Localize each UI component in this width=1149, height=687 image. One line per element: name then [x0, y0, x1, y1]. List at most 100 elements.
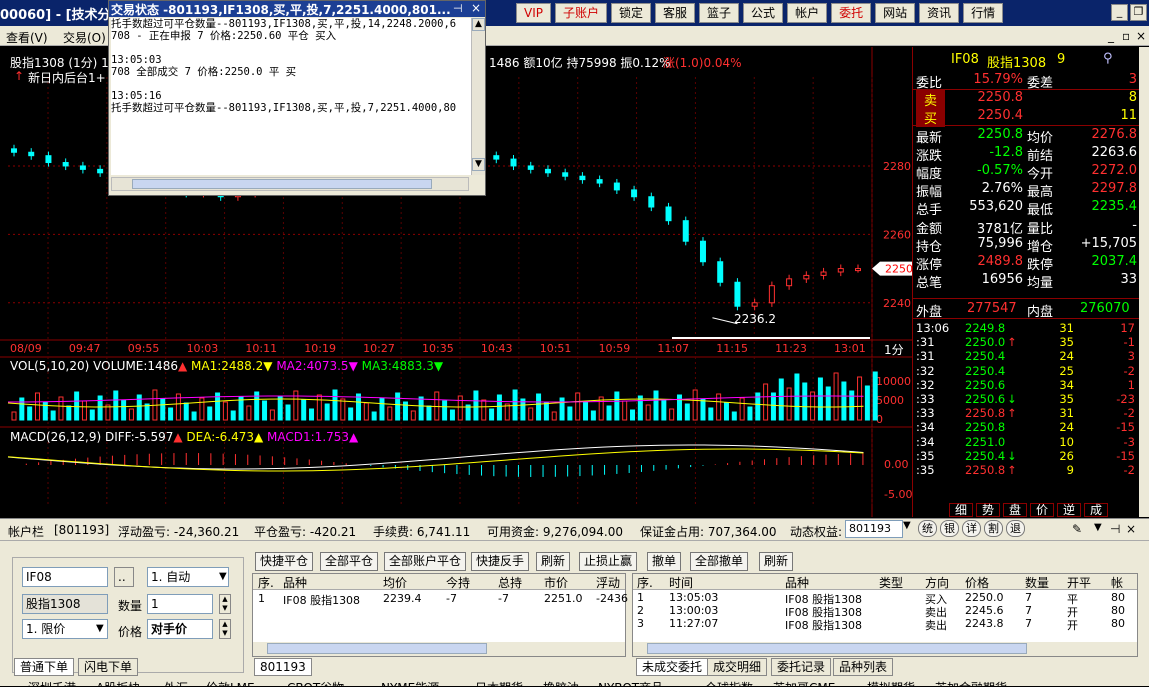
- popup-header[interactable]: 交易状态 -801193,IF1308,买,平,投,7,2251.4000,80…: [109, 1, 485, 17]
- qty-stepper[interactable]: ▲ ▼: [219, 594, 231, 614]
- orders-tab[interactable]: 品种列表: [833, 658, 894, 676]
- mode-chevron-icon[interactable]: ▼: [219, 571, 227, 582]
- table-row[interactable]: 1 13:05:03 IF08 股指1308 买入 2250.0 7 平 80: [633, 591, 1137, 606]
- code-input[interactable]: IF08: [22, 567, 108, 587]
- quote-tab[interactable]: 逆: [1057, 503, 1082, 517]
- restore-button[interactable]: ❐: [1130, 4, 1147, 21]
- qty-input[interactable]: 1: [147, 594, 213, 614]
- position-action-button[interactable]: 刷新: [536, 552, 571, 571]
- position-action-button[interactable]: 止损止赢: [579, 552, 638, 571]
- wand-icon[interactable]: ✎: [1072, 522, 1082, 536]
- orders-col-header[interactable]: 序.: [637, 574, 653, 590]
- orders-col-header[interactable]: 开平: [1067, 574, 1091, 590]
- candle-body: [596, 179, 603, 184]
- quote-tab[interactable]: 细: [949, 503, 974, 517]
- menu-restore-icon[interactable]: ▫: [1122, 29, 1130, 43]
- mode-select[interactable]: 1. 自动: [147, 567, 229, 587]
- toolbar-button-9[interactable]: 资讯: [919, 3, 960, 23]
- toolbar-button-7[interactable]: 委托: [831, 3, 872, 23]
- account-button[interactable]: 银: [940, 520, 959, 537]
- minimize-button[interactable]: _: [1111, 4, 1128, 21]
- toolbar-button-8[interactable]: 网站: [875, 3, 916, 23]
- orders-col-header[interactable]: 数量: [1025, 574, 1049, 590]
- account-button[interactable]: 详: [962, 520, 981, 537]
- scroll-down-icon[interactable]: ▼: [472, 158, 485, 171]
- toolbar-button-4[interactable]: 篮子: [699, 3, 740, 23]
- position-action-button[interactable]: 全部账户平仓: [384, 552, 467, 571]
- quote-tab[interactable]: 价: [1030, 503, 1055, 517]
- toolbar-button-6[interactable]: 帐户: [787, 3, 828, 23]
- position-action-button[interactable]: 全部平仓: [320, 552, 379, 571]
- code-picker-button[interactable]: ..: [114, 567, 134, 587]
- orders-tab[interactable]: 委托记录: [771, 658, 832, 676]
- positions-col-header[interactable]: 序.: [258, 574, 274, 590]
- position-action-button[interactable]: 刷新: [759, 552, 794, 571]
- price-input[interactable]: 对手价: [147, 619, 213, 639]
- toolbar-button-3[interactable]: 客服: [655, 3, 696, 23]
- quote-tab[interactable]: 成: [1084, 503, 1109, 517]
- orders-table[interactable]: 序. 时间 品种 类型 方向 价格 数量 开平 帐 1 13:05:03 IF08 股指1308 买入…: [632, 573, 1138, 657]
- positions-col-header[interactable]: 品种: [283, 574, 307, 590]
- table-row[interactable]: 1 IF08 股指1308 2239.4 -7 -7 2251.0 -2436: [253, 592, 628, 607]
- quote-tab[interactable]: 盘: [1003, 503, 1028, 517]
- menu-view[interactable]: 查看(V): [6, 29, 48, 46]
- equity-select[interactable]: 801193: [845, 520, 903, 538]
- orders-col-header[interactable]: 帐: [1111, 574, 1123, 590]
- positions-col-header[interactable]: 总持: [498, 574, 522, 590]
- orders-col-header[interactable]: 品种: [785, 574, 809, 590]
- dropdown-icon[interactable]: ▼: [1094, 522, 1102, 533]
- toolbar-button-0[interactable]: VIP: [516, 3, 551, 23]
- positions-col-header[interactable]: 均价: [383, 574, 407, 590]
- positions-account-tab[interactable]: 801193: [254, 658, 312, 676]
- orders-col-header[interactable]: 方向: [925, 574, 949, 590]
- table-row[interactable]: 3 11:27:07 IF08 股指1308 卖出 2243.8 7 开 80: [633, 617, 1137, 632]
- popup-line: [111, 78, 471, 90]
- pin-icon[interactable]: ⊣: [453, 2, 463, 15]
- menu-minimize-icon[interactable]: _: [1108, 29, 1114, 43]
- position-action-button[interactable]: 快捷平仓: [255, 552, 314, 571]
- menu-close-icon[interactable]: ×: [1136, 29, 1146, 43]
- position-action-button[interactable]: 全部撤单: [690, 552, 749, 571]
- toolbar-button-5[interactable]: 公式: [743, 3, 784, 23]
- order-tab[interactable]: 闪电下单: [78, 658, 139, 676]
- orders-col-header[interactable]: 时间: [669, 574, 693, 590]
- quote-tab[interactable]: 势: [976, 503, 1001, 517]
- positions-hscroll-thumb[interactable]: [267, 643, 487, 654]
- account-button[interactable]: 割: [984, 520, 1003, 537]
- position-action-button[interactable]: 快捷反手: [471, 552, 530, 571]
- trade-status-popup[interactable]: 交易状态 -801193,IF1308,买,平,投,7,2251.4000,80…: [108, 0, 486, 196]
- toolbar-button-1[interactable]: 子账户: [554, 3, 607, 23]
- positions-hscroll[interactable]: [253, 642, 625, 656]
- account-button[interactable]: 退: [1006, 520, 1025, 537]
- positions-col-header[interactable]: 今持: [446, 574, 470, 590]
- positions-table[interactable]: 序. 品种 均价 今持 总持 市价 浮动 1 IF08 股指1308 2239.4 -7 -7 225…: [252, 573, 628, 657]
- orders-col-header[interactable]: 价格: [965, 574, 989, 590]
- orders-tab[interactable]: 成交明细: [707, 658, 768, 676]
- quote-icon[interactable]: ⚲: [1103, 51, 1113, 66]
- menu-trade[interactable]: 交易(O): [63, 29, 106, 46]
- price-stepper[interactable]: ▲ ▼: [219, 619, 231, 639]
- scroll-up-icon[interactable]: ▲: [472, 18, 485, 31]
- popup-hscroll[interactable]: [111, 177, 469, 191]
- positions-col-header[interactable]: 浮动: [596, 574, 620, 590]
- table-row[interactable]: 2 13:00:03 IF08 股指1308 卖出 2245.6 7 开 80: [633, 604, 1137, 619]
- orders-tab[interactable]: 未成交委托: [636, 658, 709, 676]
- price-type-chevron-icon[interactable]: ▼: [96, 623, 104, 634]
- quote-scrollbar[interactable]: [1139, 47, 1149, 517]
- tick-arrow: ↑: [1007, 335, 1017, 350]
- orders-hscroll-thumb[interactable]: [647, 643, 1027, 654]
- toolbar-button-10[interactable]: 行情: [963, 3, 1004, 23]
- panel-close-icon[interactable]: ×: [1126, 522, 1136, 536]
- account-button[interactable]: 统: [918, 520, 937, 537]
- orders-col-header[interactable]: 类型: [879, 574, 903, 590]
- popup-vscroll[interactable]: ▲ ▼: [471, 18, 485, 175]
- popup-close-icon[interactable]: ×: [471, 1, 481, 15]
- position-action-button[interactable]: 撤单: [647, 552, 682, 571]
- order-tab[interactable]: 普通下单: [14, 658, 75, 676]
- positions-col-header[interactable]: 市价: [544, 574, 568, 590]
- orders-hscroll[interactable]: [633, 642, 1137, 656]
- chevron-down-icon[interactable]: ▼: [903, 520, 911, 531]
- popup-hscroll-thumb[interactable]: [132, 179, 432, 189]
- panel-pin-icon[interactable]: ⊣: [1110, 522, 1120, 536]
- toolbar-button-2[interactable]: 锁定: [611, 3, 652, 23]
